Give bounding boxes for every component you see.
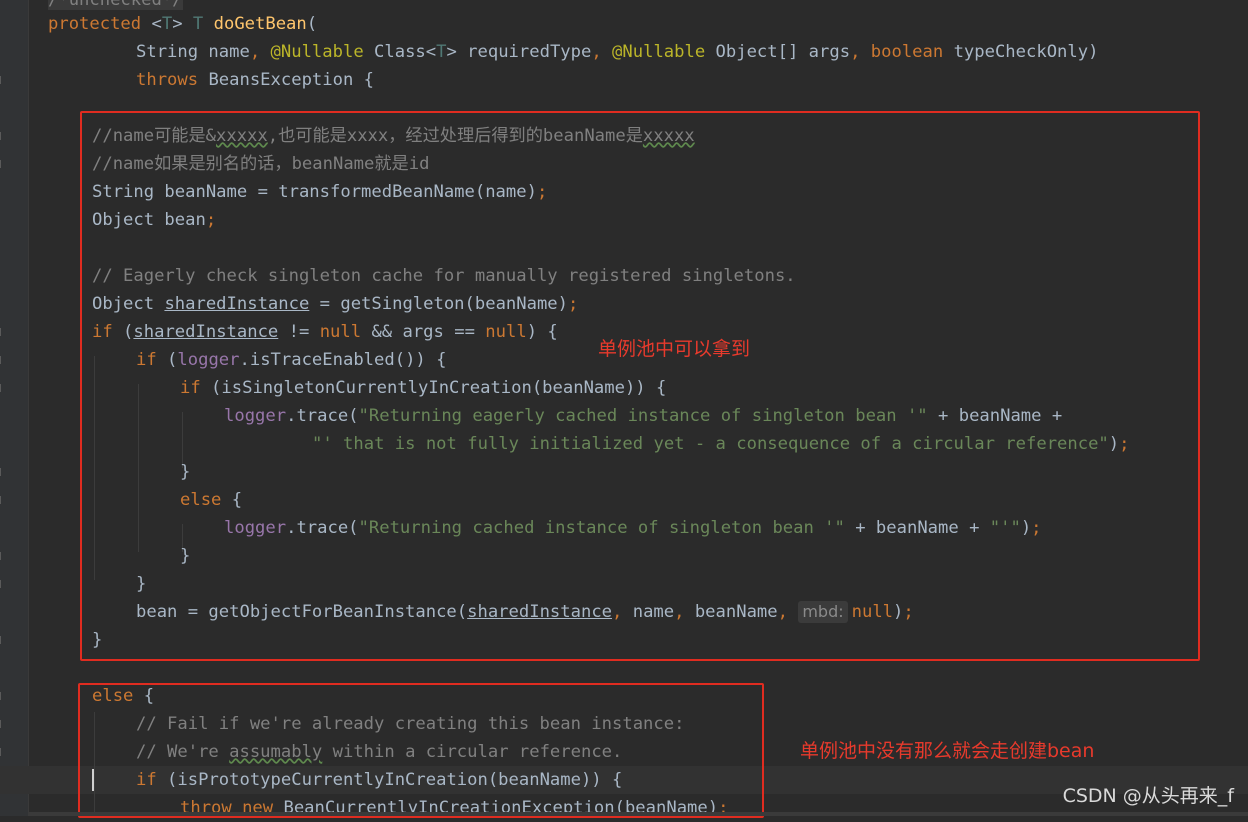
- annotation-note-cache-hit: 单例池中可以拿到: [598, 338, 751, 360]
- watermark: CSDN @从头再来_f: [1062, 785, 1234, 807]
- horizontal-scrollbar[interactable]: [28, 812, 1248, 816]
- code-line: protected <T> T doGetBean(: [48, 14, 318, 34]
- code-line: throws BeansException {: [136, 70, 375, 90]
- highlight-box-cache-hit: [80, 111, 1200, 661]
- annotation-note-create-bean: 单例池中没有那么就会走创建bean: [800, 740, 1095, 762]
- code-line: String name, @Nullable Class<T> required…: [136, 42, 1099, 62]
- highlight-box-create-bean: [78, 683, 764, 818]
